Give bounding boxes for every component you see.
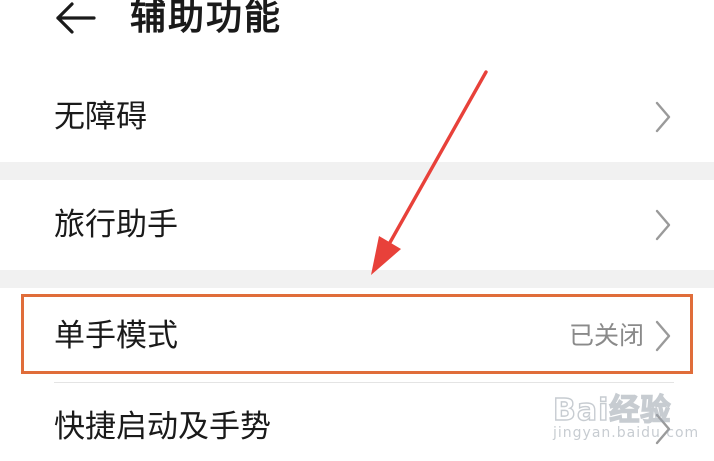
watermark-logo: Bai经验 <box>552 392 672 428</box>
page-title: 辅助功能 <box>130 0 283 38</box>
highlight-box <box>21 294 693 374</box>
section-gap <box>0 270 714 288</box>
chevron-right-icon <box>652 207 674 243</box>
settings-item-label: 无障碍 <box>54 99 147 135</box>
settings-item-accessibility[interactable]: 无障碍 <box>0 62 714 162</box>
watermark: Bai经验 jingyan.baidu.com <box>545 385 705 447</box>
settings-item-label: 旅行助手 <box>54 207 178 243</box>
settings-item-travel-assistant[interactable]: 旅行助手 <box>0 180 714 270</box>
back-arrow-icon <box>56 2 96 34</box>
chevron-right-icon <box>652 99 674 135</box>
settings-item-label: 快捷启动及手势 <box>54 409 271 445</box>
back-button[interactable] <box>50 0 100 40</box>
app-header: 辅助功能 <box>0 0 714 62</box>
watermark-url: jingyan.baidu.com <box>553 425 700 441</box>
section-gap <box>0 162 714 180</box>
